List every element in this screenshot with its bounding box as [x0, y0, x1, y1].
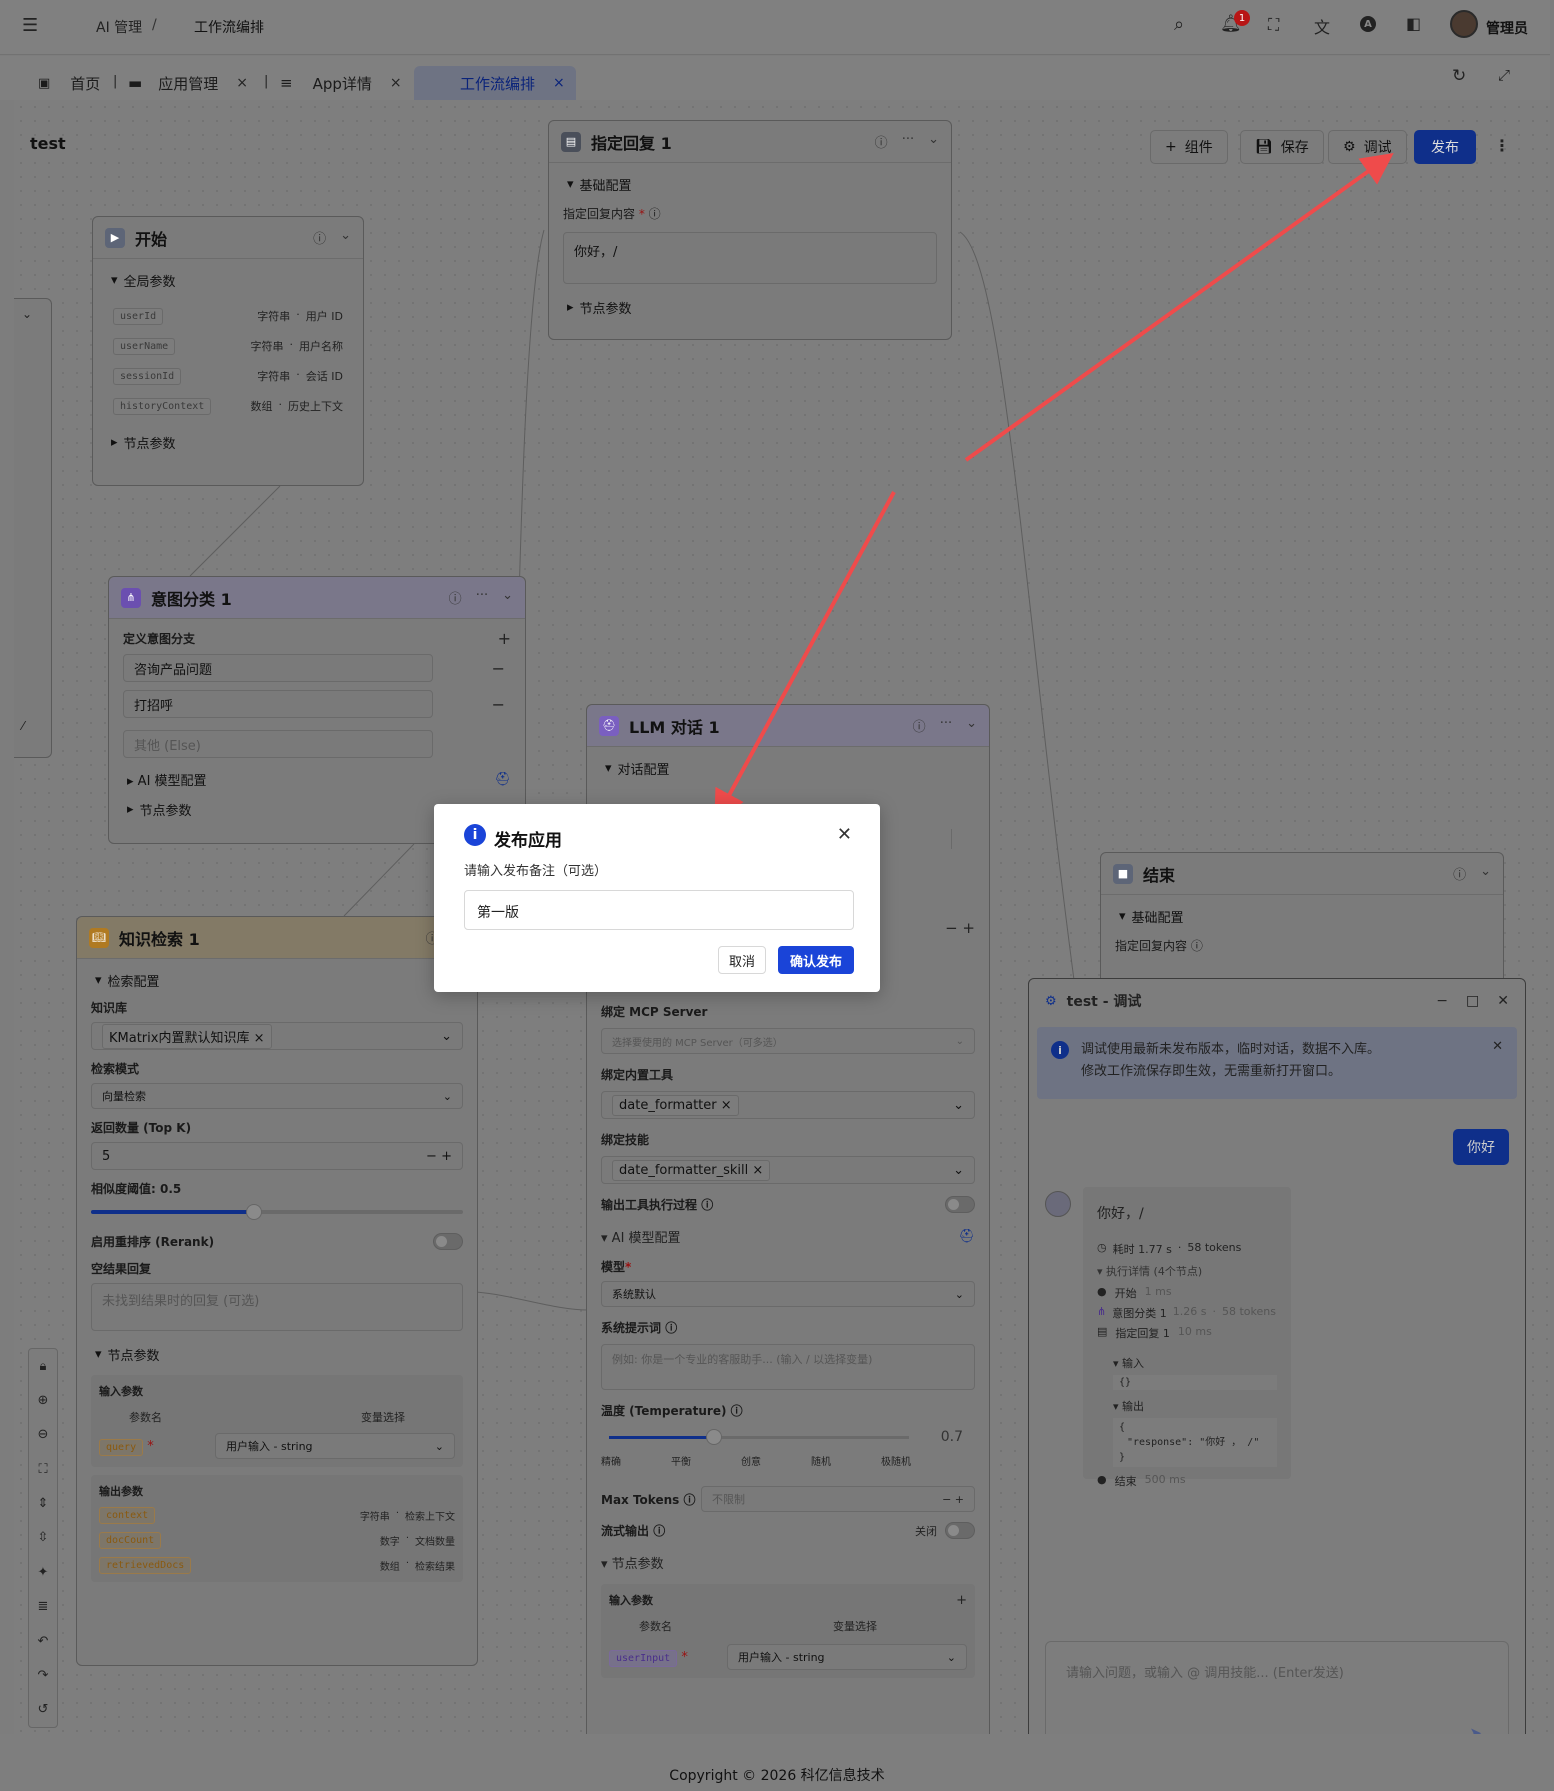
- layout-icon[interactable]: ◧: [1406, 14, 1421, 33]
- tab-app-detail[interactable]: ≡ App详情 ×: [280, 66, 402, 100]
- close-icon[interactable]: ×: [553, 75, 565, 91]
- monitor-icon: ▣: [38, 75, 51, 91]
- translate-icon[interactable]: 文: [1314, 14, 1330, 38]
- bug-icon: ⚙: [1045, 993, 1057, 1009]
- menu-toggle-icon[interactable]: ☰: [22, 15, 38, 36]
- maximize-icon[interactable]: ⤢: [1498, 66, 1510, 84]
- info-icon: i: [1051, 1041, 1069, 1059]
- breadcrumb-separator: /: [152, 17, 157, 33]
- debug-title: test - 调试: [1066, 994, 1142, 1010]
- debug-header: ⚙ test - 调试 − □ ✕: [1029, 979, 1525, 1023]
- close-icon[interactable]: ✕: [837, 824, 852, 845]
- user-message: 你好: [1453, 1129, 1509, 1165]
- tab-label: App详情: [312, 74, 372, 93]
- assistant-avatar: [1045, 1191, 1071, 1217]
- breadcrumb-ai[interactable]: AI 管理: [96, 17, 142, 37]
- step-row: ● 结束 500 ms: [1097, 1473, 1186, 1488]
- reply-text: 你好，/: [1097, 1206, 1144, 1222]
- play-icon: ●: [1097, 1285, 1107, 1298]
- notice-line: 修改工作流保存即生效，无需重新打开窗口。: [1081, 1064, 1342, 1079]
- maximize-icon[interactable]: □: [1466, 993, 1479, 1009]
- tab-label: 首页: [70, 74, 101, 93]
- refresh-icon[interactable]: ↻: [1452, 66, 1466, 86]
- tab-label: 工作流编排: [460, 74, 536, 93]
- tab-bar: ▣ 首页 | ▬ 应用管理 × | ≡ App详情 × 工作流编排 × ↻ ⤢: [0, 56, 1550, 100]
- chat-input-placeholder: 请输入问题，或输入 @ 调用技能... (Enter发送): [1066, 1666, 1344, 1681]
- clock-icon: ◷: [1097, 1241, 1107, 1254]
- breadcrumb-current: 工作流编排: [194, 20, 264, 36]
- close-icon[interactable]: ✕: [1492, 1039, 1503, 1054]
- theme-icon[interactable]: A: [1360, 16, 1376, 32]
- top-bar: ☰ AI 管理 / 工作流编排 ⌕ 🔔︎ 1 ⛶ 文 A ◧ 管理员: [0, 0, 1550, 55]
- execution-detail-toggle[interactable]: ▾ 执行详情 (4个节点): [1097, 1263, 1277, 1279]
- avatar[interactable]: [1450, 10, 1478, 38]
- notification-badge: 1: [1234, 10, 1250, 26]
- close-icon[interactable]: ✕: [1497, 993, 1509, 1009]
- minimize-icon[interactable]: −: [1436, 993, 1448, 1009]
- info-icon: i: [464, 824, 486, 846]
- confirm-publish-button[interactable]: 确认发布: [778, 946, 854, 974]
- cancel-button[interactable]: 取消: [718, 946, 766, 974]
- release-note-input[interactable]: 第一版: [464, 890, 854, 930]
- input-json: {}: [1113, 1375, 1277, 1390]
- step-row: ▤ 指定回复 1 10 ms: [1097, 1325, 1212, 1340]
- copyright: Copyright © 2026 科亿信息技术: [669, 1768, 885, 1784]
- tab-workflow[interactable]: 工作流编排 ×: [414, 66, 576, 100]
- step-row: ● 开始 1 ms: [1097, 1285, 1172, 1300]
- stop-icon: ●: [1097, 1473, 1107, 1486]
- search-icon[interactable]: ⌕: [1174, 14, 1184, 35]
- tab-separator: |: [113, 74, 118, 89]
- input-toggle[interactable]: ▾ 输入: [1113, 1355, 1277, 1371]
- close-icon[interactable]: ×: [390, 75, 402, 91]
- tab-separator: |: [264, 74, 269, 89]
- dialog-title: 发布应用: [494, 831, 562, 851]
- list-icon: ≡: [280, 74, 293, 92]
- tab-label: 应用管理: [158, 74, 219, 93]
- close-icon[interactable]: ×: [236, 75, 248, 91]
- hierarchy-icon: ⋔: [1097, 1305, 1107, 1318]
- dialog-prompt: 请输入发布备注（可选）: [464, 864, 608, 879]
- fullscreen-icon[interactable]: ⛶: [1268, 15, 1279, 35]
- debug-panel: ⚙ test - 调试 − □ ✕ i 调试使用最新未发布版本，临时对话，数据不入库。…: [1028, 978, 1526, 1780]
- reply-stats: ◷ 耗时 1.77 s · 58 tokens: [1097, 1241, 1242, 1256]
- debug-notice: i 调试使用最新未发布版本，临时对话，数据不入库。 修改工作流保存即生效，无需重新…: [1037, 1027, 1517, 1099]
- notice-line: 调试使用最新未发布版本，临时对话，数据不入库。: [1081, 1042, 1381, 1057]
- tab-home[interactable]: ▣ 首页: [38, 66, 100, 100]
- publish-dialog: i 发布应用 ✕ 请输入发布备注（可选） 第一版 取消 确认发布: [434, 804, 880, 992]
- user-name[interactable]: 管理员: [1486, 18, 1528, 38]
- output-json: {"response": "你好 ， /"}: [1113, 1418, 1277, 1467]
- footer: Copyright © 2026 科亿信息技术: [0, 1734, 1554, 1791]
- step-row: ⋔ 意图分类 1 1.26 s · 58 tokens: [1097, 1305, 1276, 1320]
- tab-app-management[interactable]: ▬ 应用管理 ×: [128, 66, 248, 100]
- output-toggle[interactable]: ▾ 输出: [1113, 1398, 1277, 1414]
- app-icon: ▬: [128, 74, 143, 92]
- message-icon: ▤: [1097, 1325, 1108, 1338]
- assistant-message: 你好，/ ◷ 耗时 1.77 s · 58 tokens ▾ 执行详情 (4个节点) …: [1083, 1187, 1291, 1488]
